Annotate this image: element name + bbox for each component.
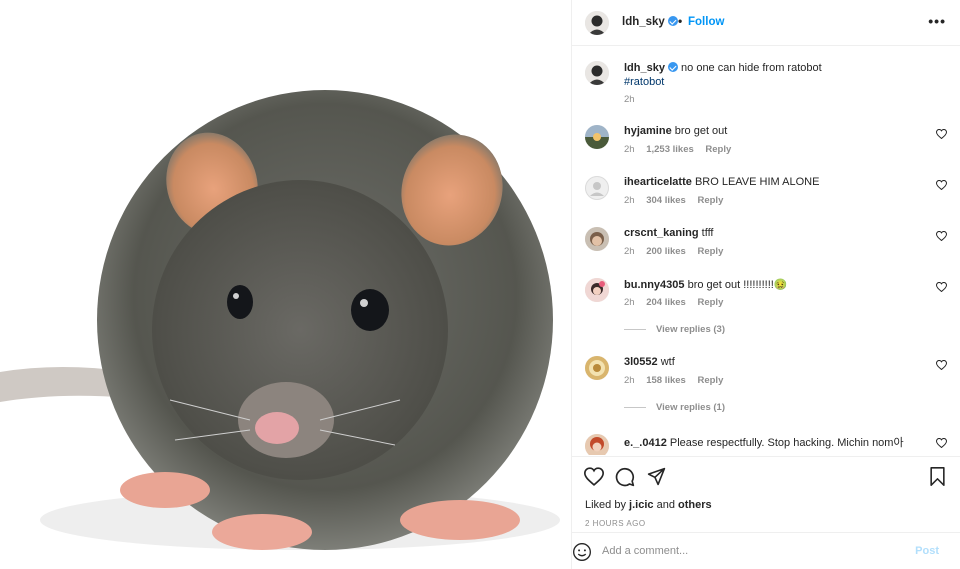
replies-divider [624,406,646,408]
commenter-avatar[interactable] [585,176,609,200]
post-image[interactable] [0,0,572,569]
comment-likes[interactable]: 204 likes [646,297,686,308]
heart-icon[interactable] [936,360,947,370]
heart-icon[interactable] [936,231,947,241]
commenter-avatar[interactable] [585,278,609,302]
view-replies-button[interactable]: View replies (3) [624,324,725,335]
comment-username[interactable]: e._.0412 [624,437,667,449]
comment-item: 3l0552 wtf 2h 158 likes Reply [572,353,960,397]
post-comment-button[interactable]: Post [915,545,939,557]
comment-time: 2h [624,297,635,308]
post-date: 2 HOURS AGO [585,519,646,528]
commenter-avatar[interactable] [585,125,609,149]
comment-username[interactable]: hyjamine [624,125,672,137]
comment-text: ihearticelatte BRO LEAVE HIM ALONE [624,176,820,188]
comment-bubble-icon[interactable] [615,467,635,487]
heart-icon[interactable] [936,282,947,292]
reply-button[interactable]: Reply [705,144,731,155]
heart-icon[interactable] [584,467,604,486]
commenter-avatar[interactable] [585,356,609,380]
heart-icon[interactable] [936,180,947,190]
comment-username[interactable]: crscnt_kaning [624,227,699,239]
comment-meta: 2h 200 likes Reply [624,246,732,257]
author-avatar[interactable] [585,11,609,35]
caption-avatar[interactable] [585,61,609,85]
caption-text: no one can hide from ratobot [681,62,822,74]
comment-item: e._.0412 Please respectfully. Stop hacki… [572,431,960,455]
likes-summary: Liked by j.icic and others [585,499,712,511]
comment-text: e._.0412 Please respectfully. Stop hacki… [624,437,904,449]
comment-text: bu.nny4305 bro get out !!!!!!!!!!🤢 [624,279,788,291]
reply-button[interactable]: Reply [697,297,723,308]
post-caption: ldh_sky no one can hide from ratobot #ra… [572,52,960,110]
comment-text: hyjamine bro get out [624,125,728,137]
heart-icon[interactable] [936,438,947,448]
caption-hashtag[interactable]: #ratobot [624,75,944,89]
verified-badge-icon [667,62,678,72]
reply-button[interactable]: Reply [697,195,723,206]
liked-by-others[interactable]: others [678,499,712,511]
comment-text: crscnt_kaning tfff [624,227,714,239]
comment-likes[interactable]: 1,253 likes [646,144,694,155]
follow-button[interactable]: Follow [688,16,724,28]
comment-meta: 2h 158 likes Reply [624,375,732,386]
comment-text: 3l0552 wtf [624,356,675,368]
smiley-icon[interactable] [572,542,592,562]
author-username[interactable]: ldh_sky [622,16,678,28]
comment-likes[interactable]: 304 likes [646,195,686,206]
reply-button[interactable]: Reply [697,375,723,386]
verified-badge-icon [667,16,678,26]
comment-likes[interactable]: 200 likes [646,246,686,257]
caption-time: 2h [624,94,635,105]
heart-icon[interactable] [936,129,947,139]
comment-input[interactable] [602,542,892,560]
post-sidebar: ldh_sky • Follow ••• ldh_sky no one can … [572,0,960,569]
comment-username[interactable]: ihearticelatte [624,176,692,188]
caption-text-block: ldh_sky no one can hide from ratobot #ra… [624,61,944,89]
paper-plane-icon[interactable] [647,467,666,486]
caption-username[interactable]: ldh_sky [624,62,665,74]
comment-username[interactable]: bu.nny4305 [624,279,685,291]
reply-button[interactable]: Reply [697,246,723,257]
comment-time: 2h [624,144,635,155]
comment-item: crscnt_kaning tfff 2h 200 likes Reply [572,224,960,268]
comment-meta: 2h 204 likes Reply [624,297,732,308]
commenter-avatar[interactable] [585,434,609,455]
comment-meta: 2h 304 likes Reply [624,195,732,206]
comment-time: 2h [624,246,635,257]
view-replies-button[interactable]: View replies (1) [624,402,725,413]
comment-item: bu.nny4305 bro get out !!!!!!!!!!🤢 2h 20… [572,275,960,319]
comment-meta: 2h 1,253 likes Reply [624,144,740,155]
separator-dot: • [678,14,683,28]
add-comment-bar: Post [572,532,960,569]
post-header: ldh_sky • Follow ••• [572,0,960,46]
comment-item: hyjamine bro get out 2h 1,253 likes Repl… [572,122,960,166]
replies-divider [624,328,646,330]
comment-time: 2h [624,195,635,206]
comment-likes[interactable]: 158 likes [646,375,686,386]
liked-by-user[interactable]: j.icic [629,499,653,511]
bookmark-icon[interactable] [929,467,946,486]
rat-photo [0,0,571,569]
comment-username[interactable]: 3l0552 [624,356,658,368]
comment-time: 2h [624,375,635,386]
comment-item: ihearticelatte BRO LEAVE HIM ALONE 2h 30… [572,173,960,217]
commenter-avatar[interactable] [585,227,609,251]
more-options-icon[interactable]: ••• [928,13,946,29]
